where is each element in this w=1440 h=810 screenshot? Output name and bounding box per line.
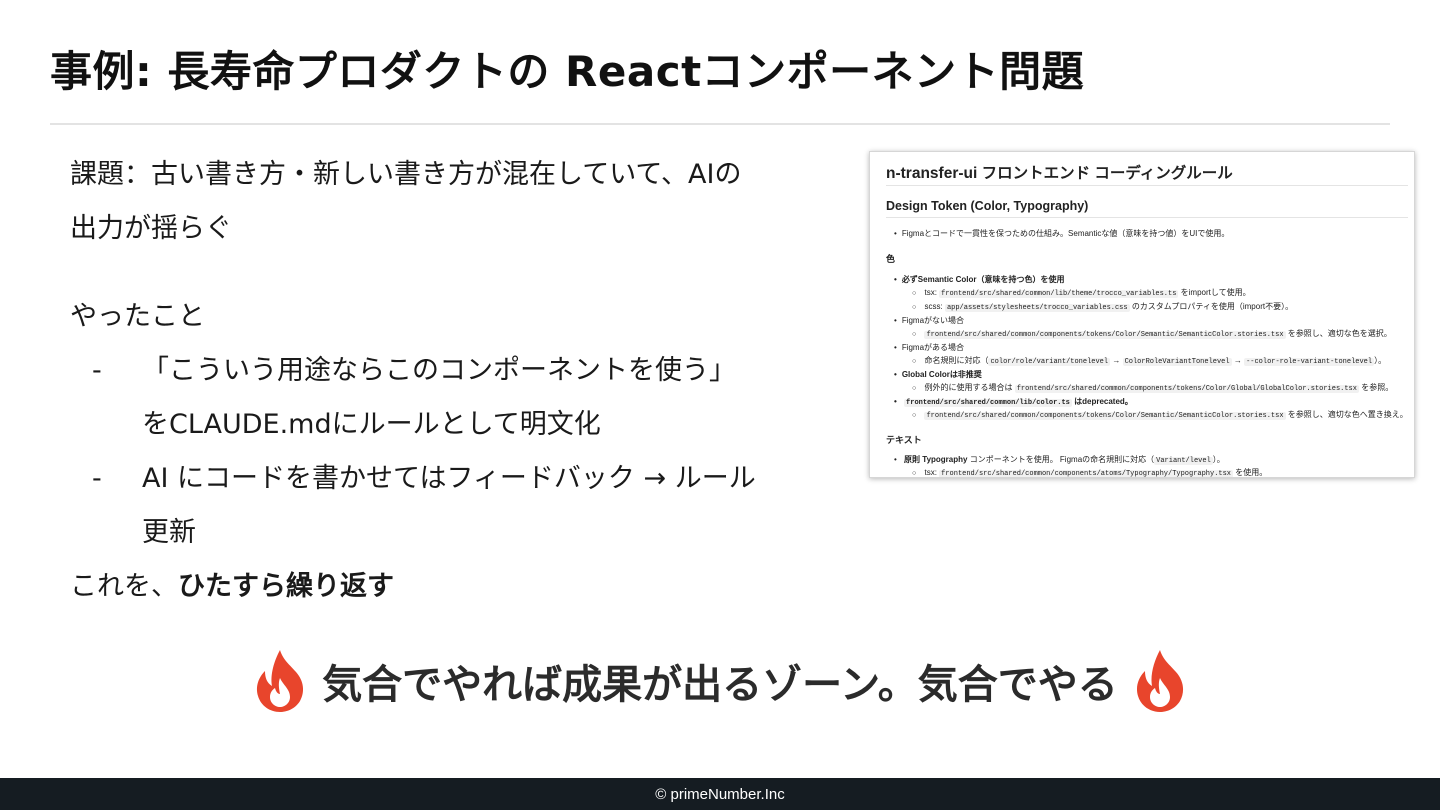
code-path: frontend/src/shared/common/components/to… xyxy=(924,331,1286,339)
bullet-dash: - xyxy=(92,355,102,386)
fire-icon xyxy=(257,650,304,712)
repeat-prefix: これを、 xyxy=(70,571,178,602)
doc-title: n-transfer-ui フロントエンド コーディングルール xyxy=(886,165,1233,182)
fire-icon xyxy=(1136,650,1183,712)
bullet-item-2: - AI にコードを書かせてはフィードバック → ルール 更新 xyxy=(70,452,850,560)
rule-note: はdeprecated。 xyxy=(1074,397,1133,406)
color-rule-4: Global Colorは非推奨 xyxy=(894,369,982,380)
slide-body: 課題：古い書き方・新しい書き方が混在していて、AIの 出力が揺らぐ やったこと … xyxy=(70,148,850,614)
color-rule-5-detail: frontend/src/shared/common/components/to… xyxy=(912,409,1408,420)
repeat-line: これを、ひたすら繰り返す xyxy=(70,560,850,614)
issue-line-1: 課題：古い書き方・新しい書き方が混在していて、AIの xyxy=(70,159,742,190)
color-rule-3: Figmaがある場合 xyxy=(894,342,964,353)
slide-title: 事例: 長寿命プロダクトの Reactコンポーネント問題 xyxy=(50,47,1085,96)
color-rule-1-scss: scss: app/assets/stylesheets/trocco_vari… xyxy=(912,301,1293,312)
code-path: frontend/src/shared/common/lib/theme/tro… xyxy=(939,290,1179,298)
footer: © primeNumber.Inc xyxy=(0,778,1440,810)
code-path: frontend/src/shared/common/components/to… xyxy=(1014,385,1359,393)
copyright-text: © primeNumber.Inc xyxy=(655,785,785,803)
arrow-icon: → xyxy=(1233,356,1242,365)
doc-intro: Figmaとコードで一貫性を保つための仕組み。Semanticな値（意味を持つ値… xyxy=(894,228,1230,239)
bullet-1-line-1: 「こういう用途ならこのコンポーネントを使う」 xyxy=(142,355,736,386)
rule-note: ）。 xyxy=(1212,455,1225,464)
tsx-label: tsx: xyxy=(924,468,937,477)
color-rule-1: 必ずSemantic Color（意味を持つ色）を使用 xyxy=(894,274,1065,285)
color-section-heading: 色 xyxy=(886,254,896,264)
color-rule-3-detail: 命名規則に対応（color/role/variant/tonelevel → C… xyxy=(912,355,1386,366)
text-section-heading: テキスト xyxy=(886,435,922,445)
text-rule-1-tsx: tsx: frontend/src/shared/common/componen… xyxy=(912,467,1268,478)
bullet-dash: - xyxy=(92,463,102,494)
code-path: app/assets/stylesheets/trocco_variables.… xyxy=(944,304,1130,312)
doc-divider xyxy=(886,185,1408,186)
bullet-2-line-1: AI にコードを書かせてはフィードバック → ルール xyxy=(142,463,756,494)
tsx-label: tsx: xyxy=(924,288,937,297)
bullet-item-1: - 「こういう用途ならこのコンポーネントを使う」 をCLAUDE.mdにルールと… xyxy=(70,344,850,452)
bullet-1-line-2: をCLAUDE.mdにルールとして明文化 xyxy=(142,409,601,440)
code-path: Variant/level xyxy=(1154,457,1213,465)
scss-label: scss: xyxy=(924,302,943,311)
code-path: ColorRoleVariantTonelevel xyxy=(1122,358,1232,366)
text-rule-1: 原則 Typography コンポーネントを使用。 Figmaの命名規則に対応（… xyxy=(894,454,1225,465)
code-path: frontend/src/shared/common/components/to… xyxy=(924,412,1286,420)
doc-subtitle: Design Token (Color, Typography) xyxy=(886,199,1089,213)
rule-note: ）。 xyxy=(1374,356,1387,365)
done-heading: やったこと xyxy=(70,301,205,332)
rule-note: Typography xyxy=(922,455,968,464)
color-rule-2-detail: frontend/src/shared/common/components/to… xyxy=(912,328,1392,339)
rule-note: を使用。 xyxy=(1235,468,1268,477)
rule-note: 命名規則に対応（ xyxy=(924,356,989,365)
rule-note: コンポーネントを使用。 Figmaの命名規則に対応（ xyxy=(969,455,1155,464)
coding-rules-screenshot: n-transfer-ui フロントエンド コーディングルール Design T… xyxy=(869,151,1415,478)
title-divider xyxy=(50,123,1390,125)
bullet-2-line-2: 更新 xyxy=(142,517,196,548)
rule-note: 原則 xyxy=(904,455,921,464)
tsx-note: をimportして使用。 xyxy=(1180,288,1251,297)
tagline: 気合でやれば成果が出るゾーン。気合でやる xyxy=(0,648,1440,714)
code-path: --color-role-variant-tonelevel xyxy=(1244,358,1375,366)
code-path: color/role/variant/tonelevel xyxy=(988,358,1111,366)
repeat-emphasis: ひたすら繰り返す xyxy=(178,571,394,602)
color-rule-2: Figmaがない場合 xyxy=(894,315,964,326)
color-rule-5: frontend/src/shared/common/lib/color.ts … xyxy=(894,396,1133,407)
code-path: frontend/src/shared/common/lib/color.ts xyxy=(904,399,1072,407)
rule-note: を参照し、適切な色へ置き換え。 xyxy=(1287,410,1408,419)
color-rule-1-tsx: tsx: frontend/src/shared/common/lib/them… xyxy=(912,287,1251,298)
rule-note: を参照し、適切な色を選択。 xyxy=(1287,329,1392,338)
issue-line-2: 出力が揺らぐ xyxy=(70,213,232,244)
tagline-text: 気合でやれば成果が出るゾーン。気合でやる xyxy=(322,662,1118,708)
doc-divider xyxy=(886,217,1408,218)
rule-note: を参照。 xyxy=(1361,383,1394,392)
code-path: frontend/src/shared/common/components/at… xyxy=(939,470,1234,478)
color-rule-4-detail: 例外的に使用する場合は frontend/src/shared/common/c… xyxy=(912,382,1393,393)
arrow-icon: → xyxy=(1112,356,1121,365)
scss-note: のカスタムプロパティを使用（import不要）。 xyxy=(1131,302,1294,311)
rule-note: 例外的に使用する場合は xyxy=(924,383,1013,392)
